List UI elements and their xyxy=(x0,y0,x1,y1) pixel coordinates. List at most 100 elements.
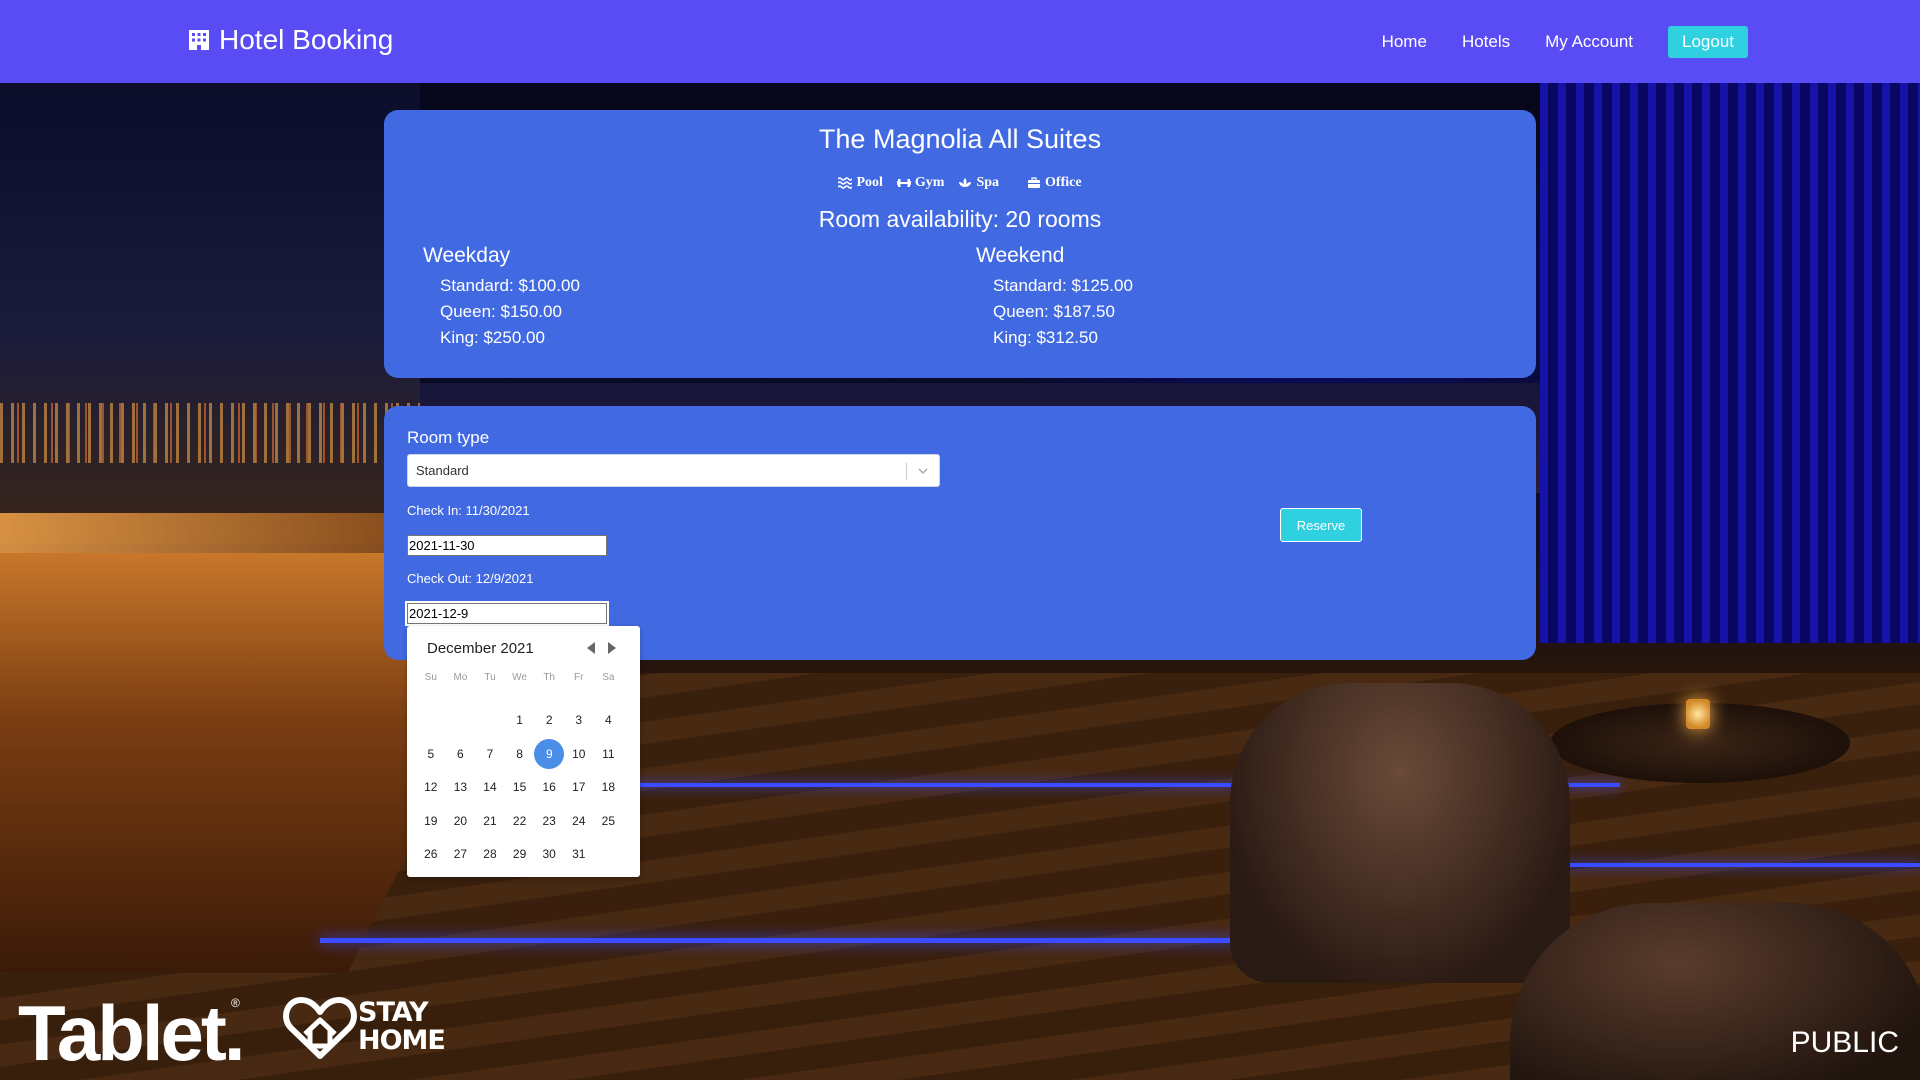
calendar-day[interactable]: 28 xyxy=(475,838,505,872)
calendar-day[interactable]: 20 xyxy=(446,805,476,839)
amenity-pool: Pool xyxy=(838,175,883,191)
top-navbar: Hotel Booking Home Hotels My Account Log… xyxy=(0,0,1920,83)
calendar-day[interactable]: 12 xyxy=(416,771,446,805)
calendar-day[interactable]: 30 xyxy=(534,838,564,872)
calendar-day[interactable]: 7 xyxy=(475,738,505,772)
hotel-info-card: The Magnolia All Suites Pool Gym Spa Off… xyxy=(384,110,1536,378)
weekday-rate-standard: Standard: $100.00 xyxy=(440,276,580,295)
public-watermark: PUBLIC xyxy=(1790,1026,1899,1059)
calendar-day[interactable]: 23 xyxy=(534,805,564,839)
calendar-day-selected[interactable]: 9 xyxy=(534,738,565,772)
stay-home-text: STAY HOME xyxy=(358,997,446,1056)
weekday-rate-king: King: $250.00 xyxy=(440,328,545,347)
date-picker-popup: December 2021 Su Mo Tu We Th Fr Sa 1 2 3 4 5 6 7 8 9 10 1… xyxy=(407,626,640,877)
stay-line: STAY xyxy=(358,997,429,1028)
calendar-day[interactable]: 25 xyxy=(594,805,624,839)
calendar-spacer xyxy=(416,686,623,704)
weekday-header: Sa xyxy=(602,672,615,683)
weekend-rate-standard: Standard: $125.00 xyxy=(993,276,1133,295)
calendar-day[interactable]: 10 xyxy=(564,738,594,772)
weekday-rates: Weekday Standard: $100.00 Queen: $150.00… xyxy=(423,244,580,351)
nav-my-account-link[interactable]: My Account xyxy=(1545,32,1633,52)
amenity-office-label: Office xyxy=(1045,175,1082,190)
calendar-day[interactable]: 4 xyxy=(594,704,624,738)
amenity-gym-label: Gym xyxy=(914,175,945,190)
calendar-day[interactable]: 27 xyxy=(446,838,476,872)
calendar-day[interactable]: 8 xyxy=(505,738,535,772)
room-availability: Room availability: 20 rooms xyxy=(818,206,1102,232)
calendar-day[interactable]: 18 xyxy=(594,771,624,805)
calendar-day[interactable]: 2 xyxy=(534,704,564,738)
pool-icon xyxy=(838,177,853,189)
weekday-header: Th xyxy=(543,672,555,683)
calendar-day[interactable]: 26 xyxy=(416,838,446,872)
amenity-pool-label: Pool xyxy=(856,175,883,190)
weekday-header: Su xyxy=(424,672,437,683)
calendar-day[interactable]: 15 xyxy=(505,771,535,805)
registered-mark: ® xyxy=(231,996,240,1010)
calendar-day[interactable]: 1 xyxy=(505,704,535,738)
weekday-header: Mo xyxy=(453,672,468,683)
calendar-empty-cell xyxy=(446,704,476,738)
logout-button[interactable]: Logout xyxy=(1668,26,1748,58)
tablet-logo: Tablet. xyxy=(18,989,246,1077)
calendar-day[interactable]: 3 xyxy=(564,704,594,738)
amenity-spa: Spa xyxy=(958,175,999,191)
room-type-value: Standard xyxy=(416,463,469,478)
weekend-rate-king: King: $312.50 xyxy=(993,328,1098,347)
calendar-day[interactable]: 21 xyxy=(475,805,505,839)
amenity-gym: Gym xyxy=(896,175,945,191)
weekday-header: Fr xyxy=(574,672,584,683)
room-type-select[interactable]: Standard xyxy=(407,454,940,487)
hotel-icon xyxy=(189,30,209,50)
briefcase-icon xyxy=(1028,177,1041,188)
dumbbell-icon xyxy=(896,179,911,187)
calendar-day[interactable]: 19 xyxy=(416,805,446,839)
amenities-list: Pool Gym Spa Office xyxy=(384,175,1536,191)
reserve-button[interactable]: Reserve xyxy=(1280,508,1362,542)
calendar-day[interactable]: 31 xyxy=(564,838,594,872)
date-picker-month: December 2021 xyxy=(427,640,534,657)
calendar-day[interactable]: 5 xyxy=(416,738,446,772)
weekend-title: Weekend xyxy=(976,244,1065,267)
room-type-label: Room type xyxy=(407,428,490,447)
calendar-day[interactable]: 16 xyxy=(534,771,564,805)
date-picker-grid: Su Mo Tu We Th Fr Sa 1 2 3 4 5 6 7 8 9 10 11 12 13 14 15 16 17 1… xyxy=(416,672,623,872)
calendar-day[interactable]: 14 xyxy=(475,771,505,805)
calendar-day[interactable]: 24 xyxy=(564,805,594,839)
weekday-title: Weekday xyxy=(423,244,511,267)
weekend-rate-queen: Queen: $187.50 xyxy=(993,302,1115,321)
brand[interactable]: Hotel Booking xyxy=(187,24,393,56)
check-out-label: Check Out: 12/9/2021 xyxy=(407,571,534,586)
main-nav: Home Hotels My Account Logout xyxy=(1382,26,1748,58)
amenity-office: Office xyxy=(1027,175,1082,191)
amenity-spa-label: Spa xyxy=(976,175,1000,190)
check-out-input[interactable] xyxy=(405,601,609,626)
prev-month-icon[interactable] xyxy=(587,642,595,654)
weekday-header: We xyxy=(512,672,527,683)
calendar-day[interactable]: 17 xyxy=(564,771,594,805)
calendar-day[interactable]: 6 xyxy=(446,738,476,772)
stay-home-heart-icon xyxy=(283,997,357,1059)
chevron-down-icon[interactable] xyxy=(917,465,929,477)
check-in-label: Check In: 11/30/2021 xyxy=(407,503,530,518)
nav-home-link[interactable]: Home xyxy=(1382,32,1427,52)
check-in-input[interactable] xyxy=(407,535,607,556)
calendar-empty-cell xyxy=(416,704,446,738)
calendar-day[interactable]: 13 xyxy=(446,771,476,805)
reservation-form-card: Room type Standard Check In: 11/30/2021 … xyxy=(384,406,1536,660)
calendar-day[interactable]: 22 xyxy=(505,805,535,839)
weekday-rate-queen: Queen: $150.00 xyxy=(440,302,562,321)
spa-lotus-icon xyxy=(959,178,972,187)
calendar-empty-cell xyxy=(475,704,505,738)
select-separator xyxy=(906,463,907,480)
brand-title: Hotel Booking xyxy=(219,24,394,55)
next-month-icon[interactable] xyxy=(608,642,616,654)
calendar-day[interactable]: 29 xyxy=(505,838,535,872)
calendar-day[interactable]: 11 xyxy=(594,738,624,772)
nav-hotels-link[interactable]: Hotels xyxy=(1462,32,1510,52)
weekend-rates: Weekend Standard: $125.00 Queen: $187.50… xyxy=(976,244,1133,351)
home-line: HOME xyxy=(358,1025,446,1056)
weekday-header: Tu xyxy=(484,672,496,683)
hotel-name: The Magnolia All Suites xyxy=(818,124,1102,154)
